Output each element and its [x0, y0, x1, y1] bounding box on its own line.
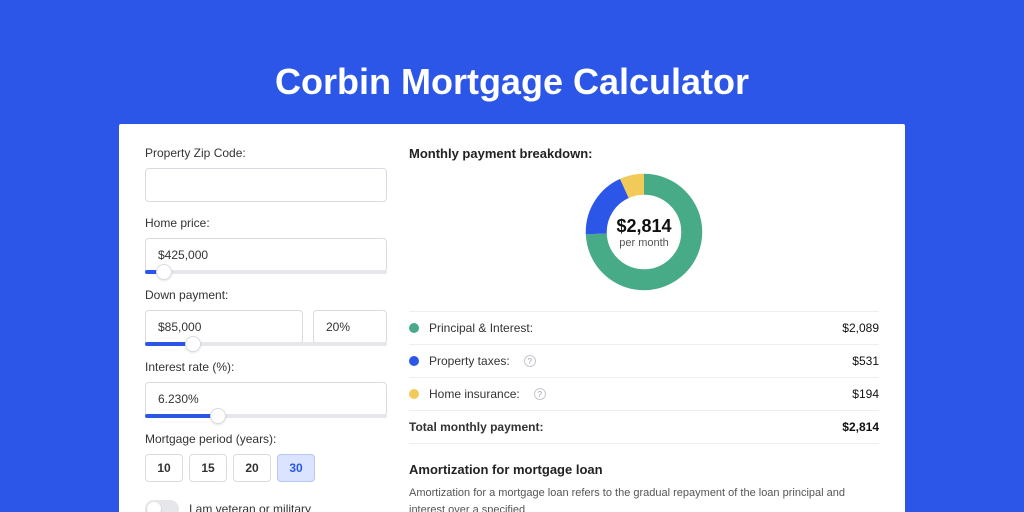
- slider-fill: [145, 414, 218, 418]
- period-options: 10152030: [145, 454, 387, 482]
- period-option-15[interactable]: 15: [189, 454, 227, 482]
- period-option-20[interactable]: 20: [233, 454, 271, 482]
- legend: Principal & Interest: $2,089 Property taxe…: [409, 311, 879, 444]
- down-payment-pct-input[interactable]: [313, 310, 387, 344]
- donut-sub: per month: [619, 237, 669, 249]
- amortization-title: Amortization for mortgage loan: [409, 462, 879, 477]
- interest-label: Interest rate (%):: [145, 360, 387, 374]
- info-icon[interactable]: ?: [534, 388, 546, 400]
- legend-dot: [409, 356, 419, 366]
- period-field: Mortgage period (years): 10152030: [145, 432, 387, 482]
- page-title: Corbin Mortgage Calculator: [0, 0, 1024, 124]
- legend-dot: [409, 323, 419, 333]
- slider-thumb[interactable]: [156, 264, 172, 280]
- down-payment-field: Down payment:: [145, 288, 387, 346]
- period-option-10[interactable]: 10: [145, 454, 183, 482]
- legend-row: Home insurance:? $194: [409, 378, 879, 411]
- slider-thumb[interactable]: [185, 336, 201, 352]
- legend-value: $531: [852, 354, 879, 368]
- legend-row: Property taxes:? $531: [409, 345, 879, 378]
- legend-name: Property taxes:: [429, 354, 510, 368]
- breakdown-title: Monthly payment breakdown:: [409, 146, 879, 161]
- zip-input[interactable]: [145, 168, 387, 202]
- legend-name: Home insurance:: [429, 387, 520, 401]
- legend-value: $194: [852, 387, 879, 401]
- down-payment-label: Down payment:: [145, 288, 387, 302]
- veteran-label: I am veteran or military: [189, 502, 311, 512]
- veteran-toggle[interactable]: [145, 500, 179, 512]
- legend-dot: [409, 389, 419, 399]
- legend-total-value: $2,814: [842, 420, 879, 434]
- zip-label: Property Zip Code:: [145, 146, 387, 160]
- amortization-text: Amortization for a mortgage loan refers …: [409, 485, 879, 512]
- slider-thumb[interactable]: [210, 408, 226, 424]
- breakdown-panel: Monthly payment breakdown: $2,814 per mo…: [409, 146, 879, 484]
- home-price-input[interactable]: [145, 238, 387, 272]
- zip-field: Property Zip Code:: [145, 146, 387, 202]
- home-price-slider[interactable]: [145, 270, 387, 274]
- calculator-card: Property Zip Code: Home price: Down paym…: [119, 124, 905, 512]
- interest-input[interactable]: [145, 382, 387, 416]
- legend-name: Principal & Interest:: [429, 321, 533, 335]
- interest-slider[interactable]: [145, 414, 387, 418]
- period-option-30[interactable]: 30: [277, 454, 315, 482]
- down-payment-slider[interactable]: [145, 342, 387, 346]
- home-price-field: Home price:: [145, 216, 387, 274]
- donut-center: $2,814 per month: [581, 169, 707, 295]
- donut-amount: $2,814: [616, 216, 671, 237]
- period-label: Mortgage period (years):: [145, 432, 387, 446]
- interest-field: Interest rate (%):: [145, 360, 387, 418]
- donut-chart-wrap: $2,814 per month: [409, 169, 879, 295]
- veteran-row: I am veteran or military: [145, 500, 387, 512]
- down-payment-input[interactable]: [145, 310, 303, 344]
- donut-chart: $2,814 per month: [581, 169, 707, 295]
- legend-row: Principal & Interest: $2,089: [409, 312, 879, 345]
- info-icon[interactable]: ?: [524, 355, 536, 367]
- legend-total-label: Total monthly payment:: [409, 420, 543, 434]
- legend-value: $2,089: [842, 321, 879, 335]
- inputs-panel: Property Zip Code: Home price: Down paym…: [145, 146, 387, 484]
- home-price-label: Home price:: [145, 216, 387, 230]
- legend-total-row: Total monthly payment: $2,814: [409, 411, 879, 444]
